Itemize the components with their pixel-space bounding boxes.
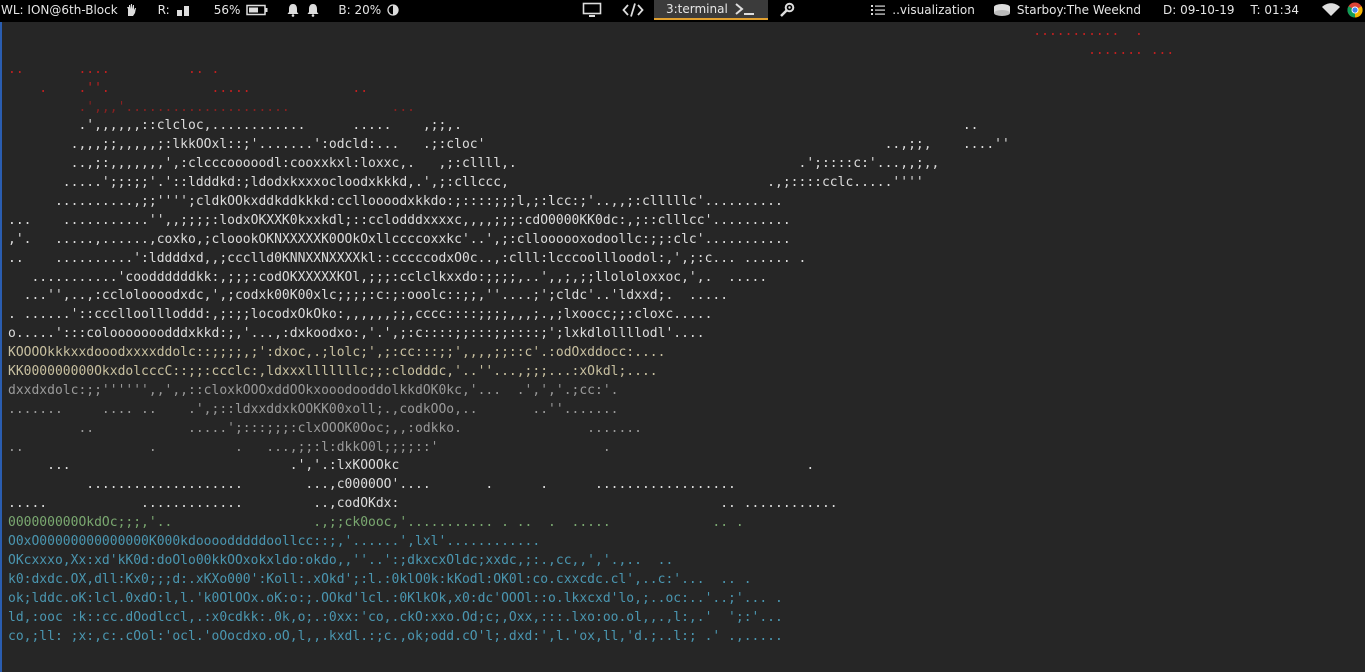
terminal-line: .................... ...,c0000OO'.... . …	[8, 477, 736, 493]
terminal-line: 000000000OkdOc;;;,'.. .,;;ck0ooc,'......…	[8, 515, 744, 531]
terminal-line: ...........'cooddddddkk:,;;;:codOKXXXXXK…	[8, 269, 768, 285]
status-left: WL: ION@6th-Block R: 56% B: 20%	[0, 3, 399, 17]
workspace-settings[interactable]	[768, 0, 806, 20]
terminal-line: .. ..........':lddddxd,,;ccclld0KNNXXNXX…	[8, 250, 807, 266]
music-label[interactable]: Starboy:The Weeknd	[1017, 3, 1141, 17]
wifi-icon[interactable]	[1321, 3, 1341, 17]
workspace-bar: 3:terminal	[572, 0, 806, 20]
terminal-line: co,;ll: ;x:,c:.cOol:'ocl.'oOocdxo.oO,l,,…	[8, 628, 783, 644]
date-label: D: 09-10-19	[1162, 3, 1235, 17]
battery-percent: 56%	[213, 3, 241, 17]
terminal-line: ... .','.:lxKOOOkc .	[8, 458, 815, 474]
terminal-line: .',,,'..................... ...	[8, 99, 415, 115]
terminal-line: ..... ............. ..,codOKdx: .. .....…	[8, 496, 838, 512]
terminal-line: ... ...........'',,;;;;:lodxOKXXK0kxxkdl…	[8, 212, 791, 228]
terminal-icon	[734, 1, 756, 17]
terminal-line: ..,;:,,,,,,,',:clcccooooodl:cooxxkxl:lox…	[8, 156, 940, 172]
brightness-icon	[387, 4, 399, 16]
terminal-line: ...'',..,:ccloloooodxdc,',;codxk00K00xlc…	[8, 288, 729, 304]
ram-bars-icon	[176, 4, 190, 16]
terminal-line: ....... .... .. .',;::ldxxddxkOOKK00xoll…	[8, 401, 619, 417]
music-icon[interactable]	[993, 3, 1011, 17]
terminal-line: ld,:ooc :k::cc.dOodlccl,.:x0cdkk:.0k,o;.…	[8, 609, 783, 625]
terminal-line: ........... .	[8, 24, 1143, 39]
hand-icon	[124, 3, 138, 17]
terminal-line: .,,,;;,,,,,;:lkkOOxl::;'.......':odcld:.…	[8, 137, 1010, 153]
battery-icon	[246, 4, 268, 16]
task-label: ..visualization	[892, 3, 975, 17]
terminal-line: .',,,,,,::clcloc,............ ..... ,;;,…	[8, 118, 979, 134]
terminal-line: KOOOOkkkxxdooodxxxxddolc::;;;;,;':dxoc,.…	[8, 345, 666, 361]
workspace-terminal-label: 3:terminal	[666, 2, 728, 16]
brightness-label: B: 20%	[338, 3, 382, 17]
terminal-line: .. .... .. .	[8, 61, 220, 77]
time-label: T: 01:34	[1250, 3, 1299, 17]
monitor-icon	[582, 2, 602, 18]
bell-icon[interactable]	[286, 3, 300, 17]
bell-icon[interactable]	[306, 3, 320, 17]
terminal-line: .....';;:;;'.'::ldddkd:;ldodxkxxxocloodx…	[8, 175, 924, 191]
terminal-line: ..........,;;'''';cldkOOkxddkddkkkd:ccll…	[8, 194, 783, 210]
wl-label: WL: ION@6th-Block	[1, 3, 118, 17]
terminal-line: .. .....';:::;;;:clxOOOK0Ooc;,,:odkko. .…	[8, 420, 642, 436]
terminal-line: OKcxxxo,Xx:xd'kK0d:doOlo00kkOOxokxldo:ok…	[8, 552, 674, 568]
chrome-icon[interactable]	[1347, 2, 1363, 18]
terminal-line: KK000000000OkxdolcccC::;;:ccclc:,ldxxxll…	[8, 364, 658, 380]
workspace-monitor[interactable]	[572, 0, 612, 20]
terminal-output: ........... . ....... ... .. .... .. . . …	[8, 23, 1174, 646]
terminal-line: ....... ...	[8, 42, 1175, 58]
task-list-icon	[870, 3, 886, 17]
terminal-line: . .''. ..... ..	[8, 80, 369, 96]
terminal-line: ,'. .....,......,coxko,;cloookOKNXXXXXK0…	[8, 231, 791, 247]
terminal-window[interactable]: ........... . ....... ... .. .... .. . . …	[0, 22, 1365, 672]
terminal-line: o.....':::colooooooodddxkkd:;,'...,:dxko…	[8, 326, 705, 342]
ram-label: R:	[157, 3, 170, 17]
terminal-line: O0xO00000000000000K000kdoooodddddoollcc:…	[8, 534, 541, 550]
terminal-line: k0:dxdc.OX,dll:Kx0;;;d:.xKXo000':Koll:.x…	[8, 571, 752, 587]
workspace-terminal[interactable]: 3:terminal	[654, 0, 768, 20]
workspace-code[interactable]	[612, 0, 654, 20]
code-icon	[622, 2, 644, 18]
settings-icon	[778, 2, 796, 18]
status-bar: WL: ION@6th-Block R: 56% B: 20% 3:termin…	[0, 0, 1365, 20]
terminal-line: dxxdxdolc:;;'''''',,',,::cloxkOOOxddOOkx…	[8, 382, 619, 398]
terminal-line: .. . . ...,;;:l:dkkO0l;;;;::' .	[8, 439, 611, 455]
terminal-line: . ......'::ccclloollloddd:,;:;;locodxOkO…	[8, 307, 713, 323]
status-right: ..visualization Starboy:The Weeknd D: 09…	[870, 0, 1365, 20]
terminal-line: ok;lddc.oK:lcl.0xdO:l,l.'k0OlOOx.oK:o:;.…	[8, 590, 783, 606]
